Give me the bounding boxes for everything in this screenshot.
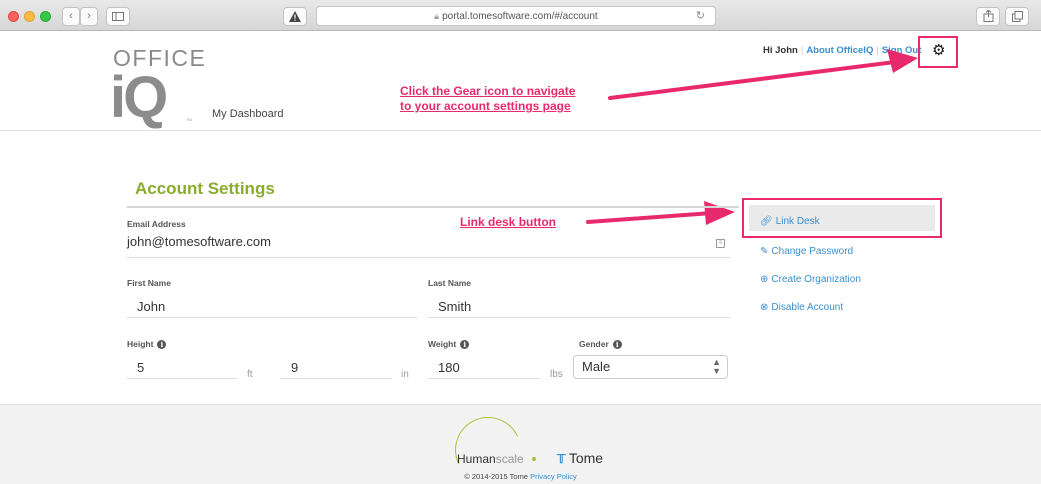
- email-label: Email Address: [127, 219, 186, 229]
- tome-logo[interactable]: 𝕋 Tome: [557, 450, 603, 466]
- extension-button[interactable]: [283, 7, 307, 26]
- reload-icon[interactable]: ↻: [696, 7, 705, 25]
- close-window-button[interactable]: [8, 11, 19, 22]
- info-icon[interactable]: i: [612, 340, 622, 350]
- weight-unit: lbs: [550, 369, 563, 380]
- humanscale-logo[interactable]: Humanscale: [457, 452, 524, 466]
- change-password-link[interactable]: ✎ Change Password: [760, 246, 853, 257]
- first-name-underline: [127, 317, 417, 318]
- sidebar-icon: [112, 12, 124, 21]
- url-text: portal.tomesoftware.com/#/account: [442, 11, 598, 22]
- last-name-underline: [428, 317, 730, 318]
- first-name-label: First Name: [127, 278, 171, 288]
- account-settings-title: Account Settings: [135, 179, 275, 198]
- gear-highlight-box: ⚙: [918, 36, 958, 68]
- weight-label-text: Weight: [428, 339, 457, 349]
- info-icon[interactable]: i: [460, 340, 470, 350]
- about-link[interactable]: About OfficeIQ: [806, 45, 873, 56]
- gender-label: Gender i: [579, 339, 622, 350]
- humanscale-logo-dot: [532, 457, 536, 461]
- logo-trademark: TM: [186, 117, 192, 122]
- logo-iq[interactable]: iQ: [110, 69, 168, 127]
- back-button[interactable]: ‹: [62, 7, 80, 26]
- gender-select[interactable]: Male ▲ ▼: [573, 355, 728, 379]
- zoom-window-button[interactable]: [40, 11, 51, 22]
- plus-circle-icon: ⊕: [760, 274, 769, 285]
- site-footer: Humanscale 𝕋 Tome © 2014-2015 Tome Priva…: [0, 404, 1041, 484]
- warning-icon: [289, 11, 301, 22]
- gender-selected-value: Male: [582, 359, 611, 374]
- copyright-line: © 2014-2015 Tome Privacy Policy: [0, 472, 1041, 481]
- create-organization-label: Create Organization: [771, 274, 861, 285]
- height-label: Height i: [127, 339, 167, 350]
- top-navigation: Hi John | About OfficeIQ | Sign Out: [763, 45, 921, 56]
- email-underline: [127, 257, 730, 258]
- height-feet-underline: [127, 378, 237, 379]
- inches-unit: in: [401, 369, 409, 380]
- address-bar[interactable]: 🔒︎ portal.tomesoftware.com/#/account ↻: [316, 6, 716, 26]
- disable-account-link[interactable]: ⊗ Disable Account: [760, 302, 843, 313]
- greeting: Hi John: [763, 45, 798, 56]
- weight-underline: [428, 378, 540, 379]
- email-field[interactable]: john@tomesoftware.com: [127, 234, 271, 249]
- minimize-window-button[interactable]: [24, 11, 35, 22]
- link-desk-label: Link Desk: [775, 216, 820, 227]
- tabs-button[interactable]: [1005, 7, 1029, 26]
- tome-logo-text: Tome: [568, 450, 604, 466]
- link-desk-button[interactable]: 🔗︎ Link Desk: [760, 216, 820, 227]
- tome-mark-icon: 𝕋: [557, 452, 569, 466]
- humanscale-text-a: Human: [457, 452, 496, 466]
- autofill-icon[interactable]: ≡: [716, 239, 725, 248]
- my-dashboard-link[interactable]: My Dashboard: [212, 108, 284, 120]
- sidebar-toggle-button[interactable]: [106, 7, 130, 26]
- pencil-icon: ✎: [760, 246, 769, 257]
- last-name-field[interactable]: Smith: [438, 299, 471, 314]
- change-password-label: Change Password: [771, 246, 854, 257]
- height-feet-field[interactable]: 5: [137, 360, 144, 375]
- section-divider: [127, 206, 739, 208]
- privacy-policy-link[interactable]: Privacy Policy: [530, 472, 577, 481]
- share-button[interactable]: [976, 7, 1000, 26]
- disable-account-label: Disable Account: [771, 302, 844, 313]
- link-desk-arrow-head: [704, 201, 735, 225]
- link-desk-arrow-line: [586, 211, 714, 224]
- gear-icon[interactable]: ⚙: [932, 42, 945, 60]
- site-header: OFFICE iQ TM My Dashboard Hi John | About …: [0, 31, 1041, 131]
- humanscale-text-b: scale: [495, 452, 524, 466]
- link-desk-annotation: Link desk button: [460, 215, 556, 229]
- nav-separator: |: [800, 45, 804, 56]
- gear-annotation-line2: to your account settings page: [400, 99, 571, 113]
- share-icon: [983, 9, 993, 22]
- height-inches-field[interactable]: 9: [291, 360, 298, 375]
- x-circle-icon: ⊗: [760, 302, 769, 313]
- page-content: OFFICE iQ TM My Dashboard Hi John | About …: [0, 31, 1041, 484]
- copyright-text: © 2014-2015 Tome: [464, 472, 528, 481]
- weight-field[interactable]: 180: [438, 360, 460, 375]
- tabs-icon: [1011, 11, 1023, 22]
- height-label-text: Height: [127, 339, 154, 349]
- sign-out-link[interactable]: Sign Out: [882, 45, 922, 56]
- gear-annotation-line1: Click the Gear icon to navigate: [400, 84, 576, 98]
- weight-label: Weight i: [428, 339, 470, 350]
- select-arrows-icon: ▲ ▼: [712, 357, 721, 376]
- link-icon: 🔗︎: [760, 216, 773, 227]
- nav-separator: |: [876, 45, 879, 56]
- lock-icon: 🔒︎: [434, 11, 440, 21]
- height-inches-underline: [280, 378, 392, 379]
- forward-button[interactable]: ›: [80, 7, 98, 26]
- create-organization-link[interactable]: ⊕ Create Organization: [760, 274, 861, 285]
- feet-unit: ft: [247, 369, 253, 380]
- last-name-label: Last Name: [428, 278, 471, 288]
- first-name-field[interactable]: John: [137, 299, 165, 314]
- browser-toolbar: ‹ › 🔒︎ portal.tomesoftware.com/#/account …: [0, 0, 1041, 31]
- gender-label-text: Gender: [579, 339, 609, 349]
- info-icon[interactable]: i: [157, 340, 167, 350]
